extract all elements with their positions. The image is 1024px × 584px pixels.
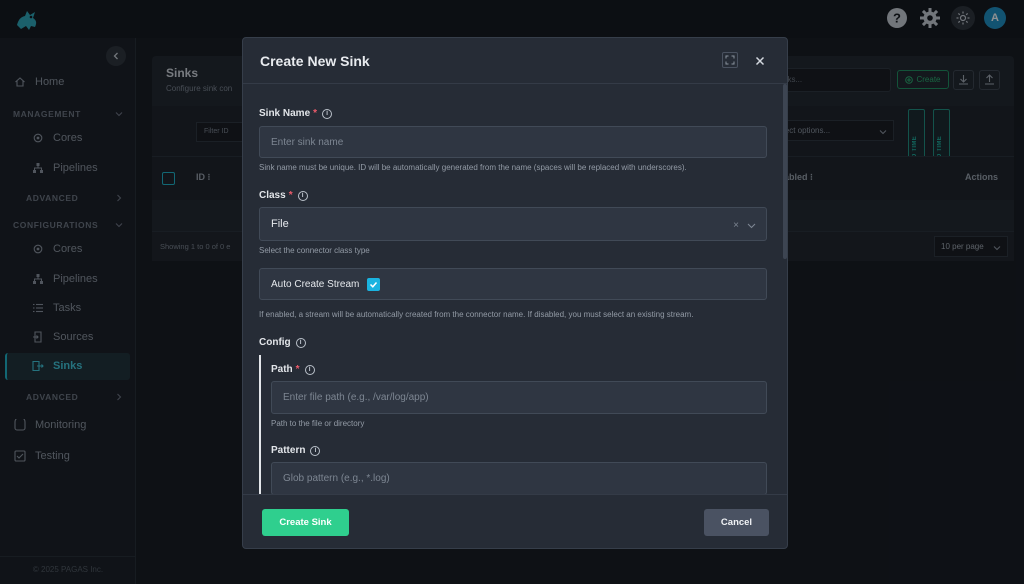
info-icon[interactable]: i (295, 337, 306, 348)
class-select[interactable]: File × (259, 207, 767, 241)
pattern-input[interactable]: Glob pattern (e.g., *.log) (271, 462, 767, 494)
required-marker: * (295, 364, 300, 375)
required-marker: * (313, 108, 318, 119)
create-sink-modal: Create New Sink Sink Name * i Enter sink… (242, 37, 788, 549)
expand-icon[interactable] (722, 52, 738, 68)
sink-name-help: Sink name must be unique. ID will be aut… (259, 163, 687, 172)
sink-name-label: Sink Name * i (259, 108, 333, 119)
required-marker: * (288, 190, 293, 201)
auto-create-stream-label: Auto Create Stream (271, 278, 360, 290)
config-group-border (259, 355, 261, 494)
chevron-down-icon[interactable] (747, 221, 756, 230)
class-help: Select the connector class type (259, 246, 370, 255)
checkmark-icon (370, 281, 378, 288)
path-help: Path to the file or directory (271, 419, 365, 428)
auto-create-help: If enabled, a stream will be automatical… (259, 310, 694, 319)
modal-title: Create New Sink (260, 53, 370, 69)
class-label: Class * i (259, 190, 308, 201)
auto-create-stream-checkbox[interactable] (367, 277, 381, 291)
modal-header: Create New Sink (243, 38, 787, 84)
path-input[interactable]: Enter file path (e.g., /var/log/app) (271, 381, 767, 414)
pattern-label: Pattern i (271, 445, 321, 456)
close-icon[interactable] (751, 52, 769, 70)
sink-name-input[interactable]: Enter sink name (259, 126, 767, 158)
info-icon[interactable]: i (304, 364, 315, 375)
info-icon[interactable]: i (310, 445, 321, 456)
info-icon[interactable]: i (297, 190, 308, 201)
modal-scrollbar[interactable] (783, 84, 787, 259)
clear-icon[interactable]: × (733, 220, 739, 231)
create-sink-button[interactable]: Create Sink (262, 509, 349, 536)
path-label: Path * i (271, 364, 315, 375)
auto-create-stream-row[interactable]: Auto Create Stream (259, 268, 767, 300)
info-icon[interactable]: i (322, 108, 333, 119)
config-label: Config i (259, 337, 306, 348)
modal-body: Sink Name * i Enter sink name Sink name … (243, 84, 787, 494)
cancel-button[interactable]: Cancel (704, 509, 769, 536)
modal-footer: Create Sink Cancel (243, 494, 787, 548)
